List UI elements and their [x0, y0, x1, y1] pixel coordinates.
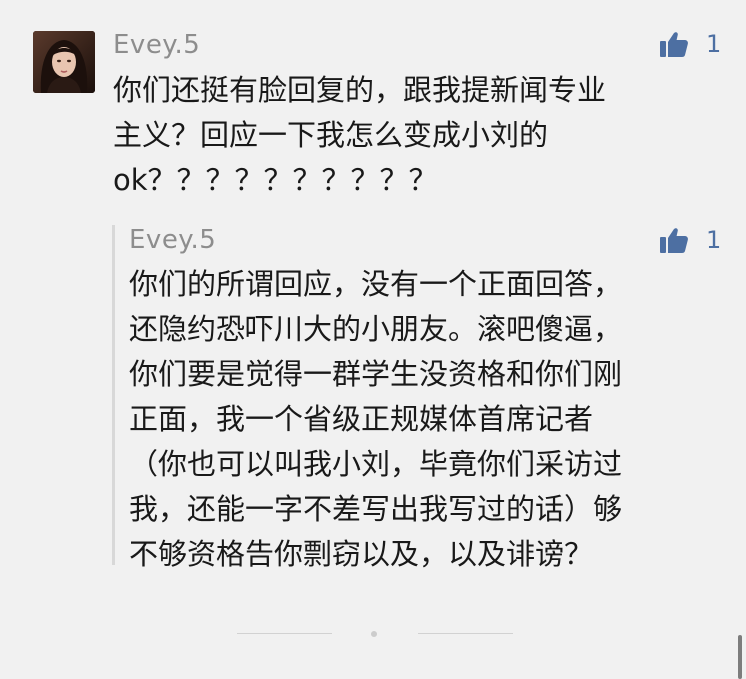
comment-body: 你们还挺有脸回复的，跟我提新闻专业 主义？回应一下我怎么变成小刘的 ok？？？？…: [113, 68, 606, 203]
reply-like-button[interactable]: 1: [659, 225, 721, 255]
reply-body-line: 你们要是觉得一群学生没资格和你们刚: [129, 357, 623, 391]
comment-author[interactable]: Evey.5: [113, 30, 200, 60]
comment-like-count: 1: [706, 30, 722, 58]
reply-like-count: 1: [706, 226, 722, 254]
reply-body-line: 不够资格告你剽窃以及，以及诽谤？: [129, 537, 594, 571]
reply-body-line: 还隐约恐吓川大的小朋友。滚吧傻逼，: [129, 312, 623, 346]
reply-author[interactable]: Evey.5: [129, 225, 216, 255]
reply-body-line: 你们的所谓回应，没有一个正面回答，: [129, 267, 623, 301]
avatar[interactable]: [33, 31, 95, 93]
comment-body-line: ok？？？？？？？？？？: [113, 163, 438, 197]
reply-body-line: 正面，我一个省级正规媒体首席记者: [129, 402, 594, 436]
scrollbar-thumb[interactable]: [738, 635, 742, 679]
comment-body-line: 主义？回应一下我怎么变成小刘的: [113, 118, 549, 152]
section-divider-right: [418, 633, 513, 634]
section-divider-dot: [371, 631, 377, 637]
reply-body-line: （你也可以叫我小刘，毕竟你们采访过: [129, 447, 623, 481]
reply-body-line: 我，还能一字不差写出我写过的话）够: [129, 492, 623, 526]
comment-body-line: 你们还挺有脸回复的，跟我提新闻专业: [113, 73, 607, 107]
section-divider-left: [237, 633, 332, 634]
thumbs-up-icon[interactable]: [659, 29, 689, 59]
thumbs-up-icon[interactable]: [659, 225, 689, 255]
reply-indent-bar: [112, 225, 115, 565]
reply-body: 你们的所谓回应，没有一个正面回答， 还隐约恐吓川大的小朋友。滚吧傻逼， 你们要是…: [129, 262, 622, 577]
comment-like-button[interactable]: 1: [659, 29, 721, 59]
